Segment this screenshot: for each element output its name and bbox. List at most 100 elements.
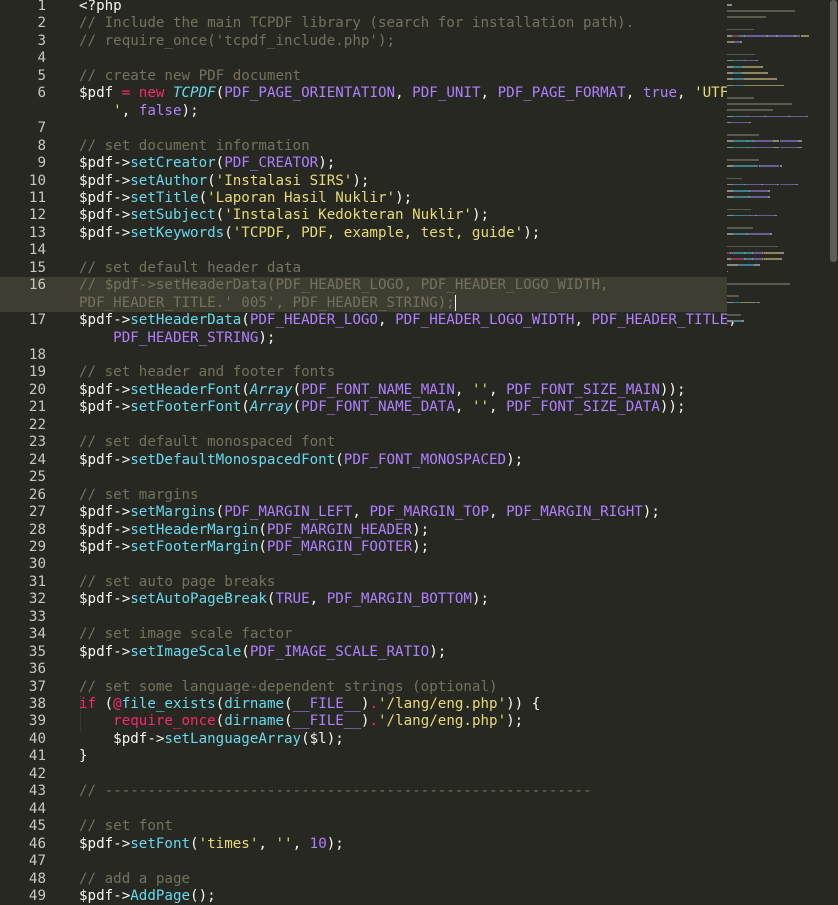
code-line[interactable]: PDF_HEADER_STRING); [0,330,727,347]
line-number: 23 [28,434,46,451]
code-line[interactable]: 33 [0,609,727,626]
code-line[interactable]: 10 $pdf->setAuthor('Instalasi SIRS'); [0,173,727,190]
code-token: setCreator [130,155,216,172]
minimap-line [742,72,766,74]
code-line[interactable]: 23 // set default monospaced font [0,434,727,451]
code-line[interactable]: 14 [0,242,727,259]
minimap-line [740,320,744,322]
code-token: AddPage [130,887,191,904]
code-line[interactable]: 4 [0,50,727,67]
code-line[interactable]: 25 [0,469,727,486]
code-line[interactable]: 20 $pdf->setHeaderFont(Array(PDF_FONT_NAM… [0,382,727,399]
code-token: ); [506,451,524,468]
code-line[interactable]: 11 $pdf->setTitle('Laporan Hasil Nuklir')… [0,190,727,207]
code-text: if (@file_exists(dirname(__FILE__).'/lan… [79,696,540,713]
code-line[interactable]: 36 [0,661,727,678]
code-token: PDF_HEADER_LOGO_WIDTH [395,312,575,329]
line-number: 5 [37,67,46,84]
code-line[interactable]: 8 // set document information [0,138,727,155]
code-line[interactable]: PDF_HEADER_TITLE.' 005', PDF_HEADER_STRI… [0,294,727,313]
code-token: PDF_MARGIN_LEFT [224,504,353,521]
minimap-line [757,301,760,304]
code-editor[interactable]: 1 <?php 2 // Include the main TCPDF library… [0,0,838,905]
code-line[interactable]: 31 // set auto page breaks [0,574,727,591]
minimap-line [796,183,799,186]
code-token: // set default header data [79,259,302,276]
code-line[interactable]: 1 <?php [0,0,727,15]
minimap-line [733,72,742,74]
code-token: if [79,696,105,712]
code-line[interactable]: 42 [0,766,727,783]
code-line[interactable]: 21 $pdf->setFooterFont(Array(PDF_FONT_NAM… [0,399,727,416]
code-line[interactable]: 19 // set header and footer fonts [0,364,727,381]
code-line[interactable]: 41} [0,748,727,765]
code-line[interactable]: 15 // set default header data [0,260,727,277]
minimap-line [802,35,809,37]
code-line[interactable]: 49 $pdf->AddPage(); [0,888,727,905]
code-token: )); [659,399,686,416]
minimap-line [744,183,761,186]
code-token: '/lang/eng.php' [378,696,507,712]
code-line[interactable]: 43 // -----------------------------------… [0,783,727,800]
code-line[interactable]: 48 // add a page [0,871,727,888]
minimap-line [733,66,743,68]
code-line[interactable]: 5 // create new PDF document [0,68,727,85]
line-number: 8 [37,137,46,154]
code-line[interactable]: 35 $pdf->setImageScale(PDF_IMAGE_SCALE_RA… [0,644,727,661]
code-line[interactable]: 44 [0,801,727,818]
code-line[interactable]: 26 // set margins [0,487,727,504]
code-line[interactable]: 6 $pdf = new TCPDF(PDF_PAGE_ORIENTATION, … [0,85,745,102]
code-line[interactable]: 22 [0,417,727,434]
minimap-line [765,115,788,118]
code-token: PDF_MARGIN_RIGHT [506,504,643,521]
line-number: 9 [37,155,46,172]
code-token: PDF_MARGIN_BOTTOM [326,591,472,608]
minimap-line [731,121,750,124]
code-line[interactable]: 39 require_once(dirname(__FILE__).'/lang… [0,713,727,730]
code-line[interactable]: 40 $pdf->setLanguageArray($l); [0,731,727,748]
code-line[interactable]: 7 [0,120,727,137]
code-line[interactable]: 47 [0,853,727,870]
code-line[interactable]: 16 // $pdf->setHeaderData(PDF_HEADER_LOGO… [0,277,727,295]
code-line[interactable]: 34 // set image scale factor [0,626,727,643]
minimap-line [744,258,753,260]
code-token: $pdf-> [79,312,131,329]
minimap-line [798,146,802,149]
code-line[interactable]: 28 $pdf->setHeaderMargin(PDF_MARGIN_HEADE… [0,522,727,539]
minimap-line [767,35,777,37]
scrollbar-thumb[interactable] [830,0,837,262]
code-token: , [454,399,472,416]
code-token: ( [292,381,302,398]
minimap-line [733,146,747,149]
code-line[interactable]: 45 // set font [0,818,727,835]
minimap-line [775,78,778,80]
code-line[interactable]: ', false); [0,103,727,120]
minimap-line [790,115,807,118]
minimap-line [754,140,774,142]
code-line[interactable]: 27 $pdf->setMargins(PDF_MARGIN_LEFT, PDF_… [0,504,727,521]
code-line[interactable]: 29 $pdf->setFooterMargin(PDF_MARGIN_FOOTE… [0,539,727,556]
minimap-line [744,252,753,254]
code-line[interactable]: 18 [0,347,727,364]
code-line[interactable]: 37 // set some language-dependent strings… [0,679,727,696]
code-text: $pdf->setFont('times', '', 10); [79,836,344,853]
code-line[interactable]: 30 [0,556,727,573]
code-line[interactable]: 3 // require_once('tcpdf_include.php'); [0,33,727,50]
code-line[interactable]: 13 $pdf->setKeywords('TCPDF, PDF, example… [0,225,727,242]
code-line[interactable]: 2 // Include the main TCPDF library (sear… [0,15,727,32]
minimap-line [733,183,744,186]
code-line[interactable]: 9 $pdf->setCreator(PDF_CREATOR); [0,155,727,172]
code-token: setFont [130,835,191,852]
code-token: PDF_IMAGE_SCALE_RATIO [249,643,430,660]
line-number: 42 [28,765,46,782]
line-number: 48 [28,870,46,887]
code-line[interactable]: 12 $pdf->setSubject('Instalasi Kedokteran… [0,207,727,224]
code-token: ); [326,835,344,852]
code-line[interactable]: 17 $pdf->setHeaderData(PDF_HEADER_LOGO, P… [0,312,737,329]
code-line[interactable]: 46 $pdf->setFont('times', '', 10); [0,836,727,853]
code-line[interactable]: 32 $pdf->setAutoPageBreak(TRUE, PDF_MARGI… [0,591,727,608]
code-line[interactable]: 38 if (@file_exists(dirname(__FILE__).'/l… [0,696,727,713]
code-token: // set margins [79,486,199,503]
minimap[interactable] [727,0,827,322]
code-line[interactable]: 24 $pdf->setDefaultMonospacedFont(PDF_FON… [0,452,727,469]
